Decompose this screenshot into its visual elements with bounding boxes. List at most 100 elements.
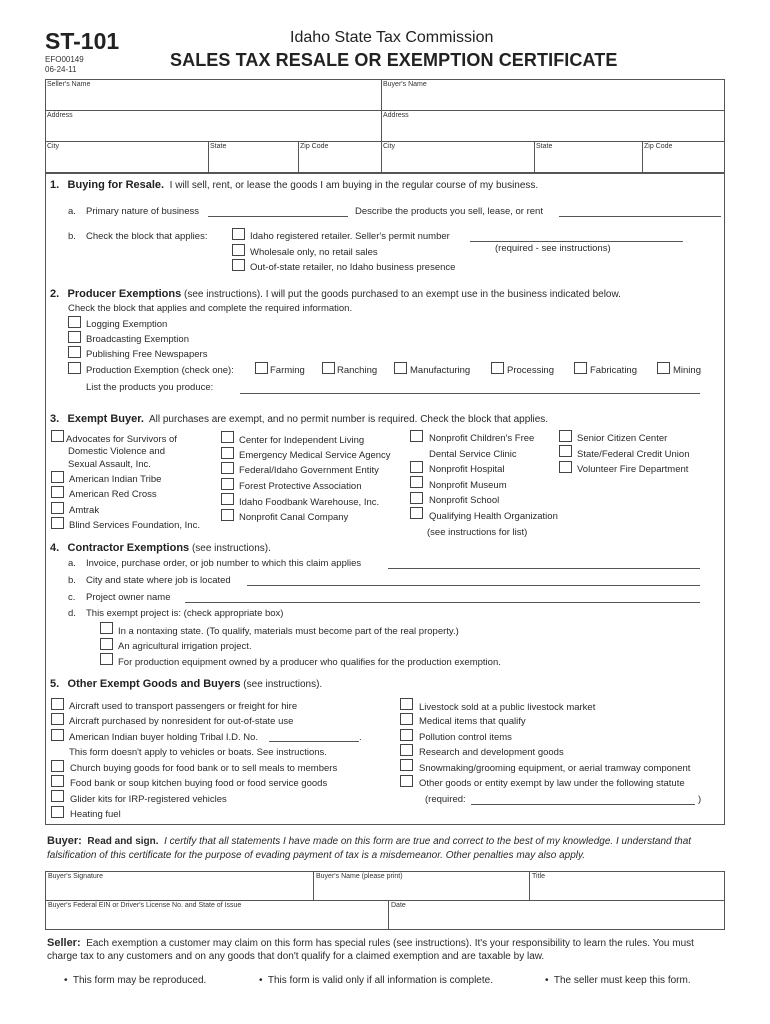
- primary-business-label: Primary nature of business: [86, 206, 199, 217]
- red-cross-checkbox[interactable]: [51, 486, 64, 498]
- production-checkbox[interactable]: [68, 362, 81, 374]
- seller-state-field[interactable]: State: [210, 143, 226, 150]
- buyer-ein-field[interactable]: Buyer's Federal EIN or Driver's License …: [48, 902, 241, 909]
- manufacturing-checkbox[interactable]: [394, 362, 407, 374]
- mining-label: Mining: [673, 365, 701, 376]
- section-title: Buying for Resale.: [67, 179, 165, 191]
- seller-name-field[interactable]: Seller's Name: [47, 81, 90, 88]
- buyer-title-field[interactable]: Title: [532, 873, 545, 880]
- fabricating-checkbox[interactable]: [574, 362, 587, 374]
- ems-agency-checkbox[interactable]: [221, 447, 234, 459]
- medical-items-checkbox[interactable]: [400, 713, 413, 725]
- period: .: [359, 732, 362, 743]
- buyer-address-field[interactable]: Address: [383, 112, 409, 119]
- option-label: American Indian Tribe: [69, 474, 162, 485]
- credit-union-checkbox[interactable]: [559, 445, 572, 457]
- livestock-checkbox[interactable]: [400, 698, 413, 710]
- permit-number-input[interactable]: [470, 241, 683, 242]
- project-owner-input[interactable]: [185, 602, 700, 603]
- ranching-checkbox[interactable]: [322, 362, 335, 374]
- processing-checkbox[interactable]: [491, 362, 504, 374]
- option-label: Volunteer Fire Department: [577, 464, 689, 475]
- church-food-bank-checkbox[interactable]: [51, 760, 64, 772]
- job-location-input[interactable]: [247, 585, 700, 586]
- statute-input[interactable]: [471, 804, 695, 805]
- option-label: In a nontaxing state. (To qualify, mater…: [118, 626, 459, 637]
- senior-center-checkbox[interactable]: [559, 430, 572, 442]
- research-development-checkbox[interactable]: [400, 744, 413, 756]
- broadcasting-label: Broadcasting Exemption: [86, 334, 189, 345]
- option-label: Center for Independent Living: [239, 435, 365, 446]
- products-input[interactable]: [559, 216, 721, 217]
- seller-zip-field[interactable]: Zip Code: [300, 143, 328, 150]
- bullet-item: • The seller must keep this form.: [545, 975, 691, 986]
- fire-department-checkbox[interactable]: [559, 461, 572, 473]
- divider: [534, 141, 535, 173]
- american-indian-buyer-checkbox[interactable]: [51, 729, 64, 741]
- irrigation-project-checkbox[interactable]: [100, 638, 113, 650]
- section-number: 4.: [50, 542, 60, 554]
- mining-checkbox[interactable]: [657, 362, 670, 374]
- section-2-instruction: Check the block that applies and complet…: [68, 303, 353, 314]
- blind-services-checkbox[interactable]: [51, 517, 64, 529]
- canal-company-checkbox[interactable]: [221, 509, 234, 521]
- nontaxing-state-checkbox[interactable]: [100, 622, 113, 634]
- seller-label: Seller:: [47, 937, 81, 949]
- buyer-zip-field[interactable]: Zip Code: [644, 143, 672, 150]
- health-organization-checkbox[interactable]: [410, 507, 423, 519]
- buyer-signature-field[interactable]: Buyer's Signature: [48, 873, 103, 880]
- buyer-printed-name-field[interactable]: Buyer's Name (please print): [316, 873, 403, 880]
- publishing-checkbox[interactable]: [68, 346, 81, 358]
- section-3-heading: 3. Exempt Buyer. All purchases are exemp…: [50, 413, 548, 425]
- seller-city-field[interactable]: City: [47, 143, 59, 150]
- divider: [381, 79, 382, 173]
- independent-living-checkbox[interactable]: [221, 431, 234, 443]
- section-1-heading: 1. Buying for Resale. I will sell, rent,…: [50, 179, 538, 191]
- option-label: Qualifying Health Organization: [429, 511, 558, 522]
- section-title: Producer Exemptions: [67, 288, 182, 300]
- products-produce-input[interactable]: [240, 393, 700, 394]
- divider: [529, 871, 530, 900]
- buyer-state-field[interactable]: State: [536, 143, 552, 150]
- primary-business-input[interactable]: [208, 216, 348, 217]
- snowmaking-checkbox[interactable]: [400, 759, 413, 771]
- option-label: Nonprofit Canal Company: [239, 512, 349, 523]
- buyer-city-field[interactable]: City: [383, 143, 395, 150]
- divider: [45, 141, 725, 142]
- invoice-input[interactable]: [388, 568, 700, 569]
- item-letter: c.: [68, 592, 76, 603]
- buyer-name-field[interactable]: Buyer's Name: [383, 81, 427, 88]
- idaho-retailer-checkbox[interactable]: [232, 228, 245, 240]
- pollution-control-checkbox[interactable]: [400, 729, 413, 741]
- wholesale-checkbox[interactable]: [232, 244, 245, 256]
- option-label: Advocates for Survivors of: [66, 434, 177, 445]
- out-of-state-checkbox[interactable]: [232, 259, 245, 271]
- heating-fuel-checkbox[interactable]: [51, 806, 64, 818]
- tribal-id-input[interactable]: [269, 741, 359, 742]
- broadcasting-checkbox[interactable]: [68, 331, 81, 343]
- logging-checkbox[interactable]: [68, 316, 81, 328]
- foodbank-warehouse-checkbox[interactable]: [221, 493, 234, 505]
- advocates-checkbox[interactable]: [51, 430, 64, 442]
- seller-address-field[interactable]: Address: [47, 112, 73, 119]
- production-equipment-checkbox[interactable]: [100, 653, 113, 665]
- government-entity-checkbox[interactable]: [221, 462, 234, 474]
- american-indian-tribe-checkbox[interactable]: [51, 471, 64, 483]
- ranching-label: Ranching: [337, 365, 378, 376]
- aircraft-hire-checkbox[interactable]: [51, 698, 64, 710]
- nonprofit-hospital-checkbox[interactable]: [410, 461, 423, 473]
- farming-checkbox[interactable]: [255, 362, 268, 374]
- date-field[interactable]: Date: [391, 902, 406, 909]
- nonprofit-museum-checkbox[interactable]: [410, 476, 423, 488]
- forest-protective-checkbox[interactable]: [221, 478, 234, 490]
- logging-label: Logging Exemption: [86, 319, 168, 330]
- dental-clinic-checkbox[interactable]: [410, 430, 423, 442]
- nonprofit-school-checkbox[interactable]: [410, 492, 423, 504]
- soup-kitchen-checkbox[interactable]: [51, 775, 64, 787]
- item-letter: a.: [68, 558, 76, 569]
- option-label: Nonprofit Hospital: [429, 464, 505, 475]
- aircraft-nonresident-checkbox[interactable]: [51, 713, 64, 725]
- amtrak-checkbox[interactable]: [51, 502, 64, 514]
- other-statute-checkbox[interactable]: [400, 775, 413, 787]
- glider-kits-checkbox[interactable]: [51, 790, 64, 802]
